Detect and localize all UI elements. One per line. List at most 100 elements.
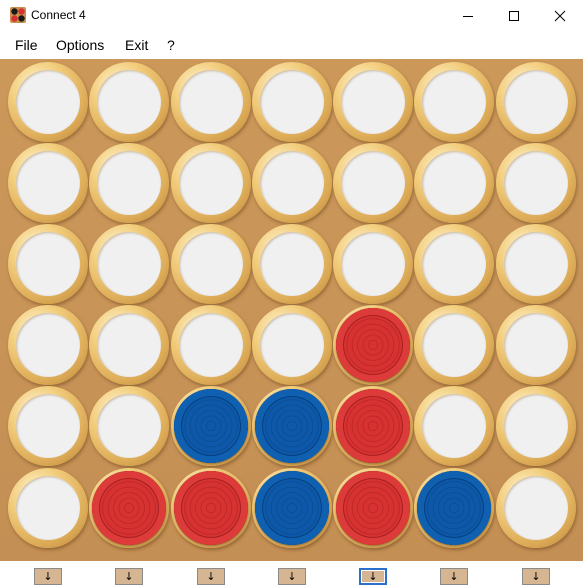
board-cell [252, 386, 332, 466]
board-cell [414, 143, 494, 223]
empty-slot [16, 313, 80, 377]
down-arrow-icon: ↓ [531, 570, 541, 583]
connect4-app-icon [10, 7, 26, 23]
empty-slot [16, 151, 80, 215]
board-cell [414, 305, 494, 385]
red-disc [174, 471, 248, 545]
board-cell [89, 224, 169, 304]
empty-slot [504, 394, 568, 458]
board-cell [414, 62, 494, 142]
down-arrow-icon: ↓ [206, 570, 216, 583]
board-cell [333, 305, 413, 385]
down-arrow-icon: ↓ [287, 570, 297, 583]
empty-slot [97, 313, 161, 377]
empty-slot [504, 476, 568, 540]
disc-rim [174, 389, 248, 463]
board-cell [333, 468, 413, 548]
down-arrow-icon: ↓ [449, 570, 459, 583]
minimize-button[interactable] [445, 0, 491, 31]
close-button[interactable] [537, 0, 583, 31]
empty-slot [179, 313, 243, 377]
empty-slot [341, 151, 405, 215]
disc-rim [255, 389, 329, 463]
board-cell [171, 468, 251, 548]
menu-file[interactable]: File [15, 37, 38, 53]
empty-slot [16, 394, 80, 458]
disc-rim [174, 471, 248, 545]
drop-button-column-5[interactable]: ↓ [359, 568, 387, 585]
drop-button-column-7[interactable]: ↓ [522, 568, 550, 585]
empty-slot [260, 232, 324, 296]
maximize-button[interactable] [491, 0, 537, 31]
board-cell [252, 62, 332, 142]
blue-disc [255, 389, 329, 463]
drop-button-column-1[interactable]: ↓ [34, 568, 62, 585]
blue-disc [174, 389, 248, 463]
drop-button-column-2[interactable]: ↓ [115, 568, 143, 585]
board-cell [171, 386, 251, 466]
down-arrow-icon: ↓ [124, 570, 134, 583]
disc-rim [255, 471, 329, 545]
empty-slot [97, 232, 161, 296]
maximize-icon [509, 10, 519, 21]
minimize-icon [463, 15, 473, 17]
down-arrow-icon: ↓ [368, 570, 378, 583]
red-disc [336, 389, 410, 463]
empty-slot [504, 151, 568, 215]
down-arrow-icon: ↓ [43, 570, 53, 583]
empty-slot [97, 70, 161, 134]
board-cell [8, 224, 88, 304]
empty-slot [504, 70, 568, 134]
empty-slot [504, 232, 568, 296]
board-cell [252, 468, 332, 548]
empty-slot [504, 313, 568, 377]
disc-rim [92, 471, 166, 545]
empty-slot [341, 232, 405, 296]
board-cell [171, 62, 251, 142]
board-cell [171, 305, 251, 385]
board-cell [496, 224, 576, 304]
empty-slot [422, 70, 486, 134]
empty-slot [260, 313, 324, 377]
title-bar: Connect 4 [0, 0, 583, 31]
board-cell [496, 386, 576, 466]
board-cell [414, 386, 494, 466]
drop-button-column-3[interactable]: ↓ [197, 568, 225, 585]
empty-slot [422, 232, 486, 296]
empty-slot [16, 476, 80, 540]
empty-slot [422, 394, 486, 458]
empty-slot [16, 232, 80, 296]
board-cell [8, 468, 88, 548]
blue-disc [255, 471, 329, 545]
board-cell [333, 143, 413, 223]
board-cell [89, 143, 169, 223]
board-cell [414, 468, 494, 548]
board-cell [8, 143, 88, 223]
board-cell [8, 386, 88, 466]
empty-slot [260, 70, 324, 134]
board-cell [333, 62, 413, 142]
board-cell [252, 305, 332, 385]
menu-options[interactable]: Options [56, 37, 104, 53]
disc-rim [336, 389, 410, 463]
game-board [0, 59, 583, 561]
board-cell [171, 224, 251, 304]
board-cell [496, 305, 576, 385]
empty-slot [97, 394, 161, 458]
drop-button-column-4[interactable]: ↓ [278, 568, 306, 585]
drop-button-bar: ↓ ↓ ↓ ↓ ↓ ↓ ↓ [0, 561, 583, 588]
board-cell [333, 386, 413, 466]
empty-slot [179, 70, 243, 134]
empty-slot [260, 151, 324, 215]
board-cell [8, 305, 88, 385]
drop-button-column-6[interactable]: ↓ [440, 568, 468, 585]
close-icon [554, 10, 566, 21]
empty-slot [179, 151, 243, 215]
window-title: Connect 4 [31, 8, 86, 22]
empty-slot [422, 313, 486, 377]
board-cell [496, 143, 576, 223]
menu-exit[interactable]: Exit [125, 37, 148, 53]
empty-slot [97, 151, 161, 215]
menu-help[interactable]: ? [167, 37, 175, 53]
board-cell [8, 62, 88, 142]
